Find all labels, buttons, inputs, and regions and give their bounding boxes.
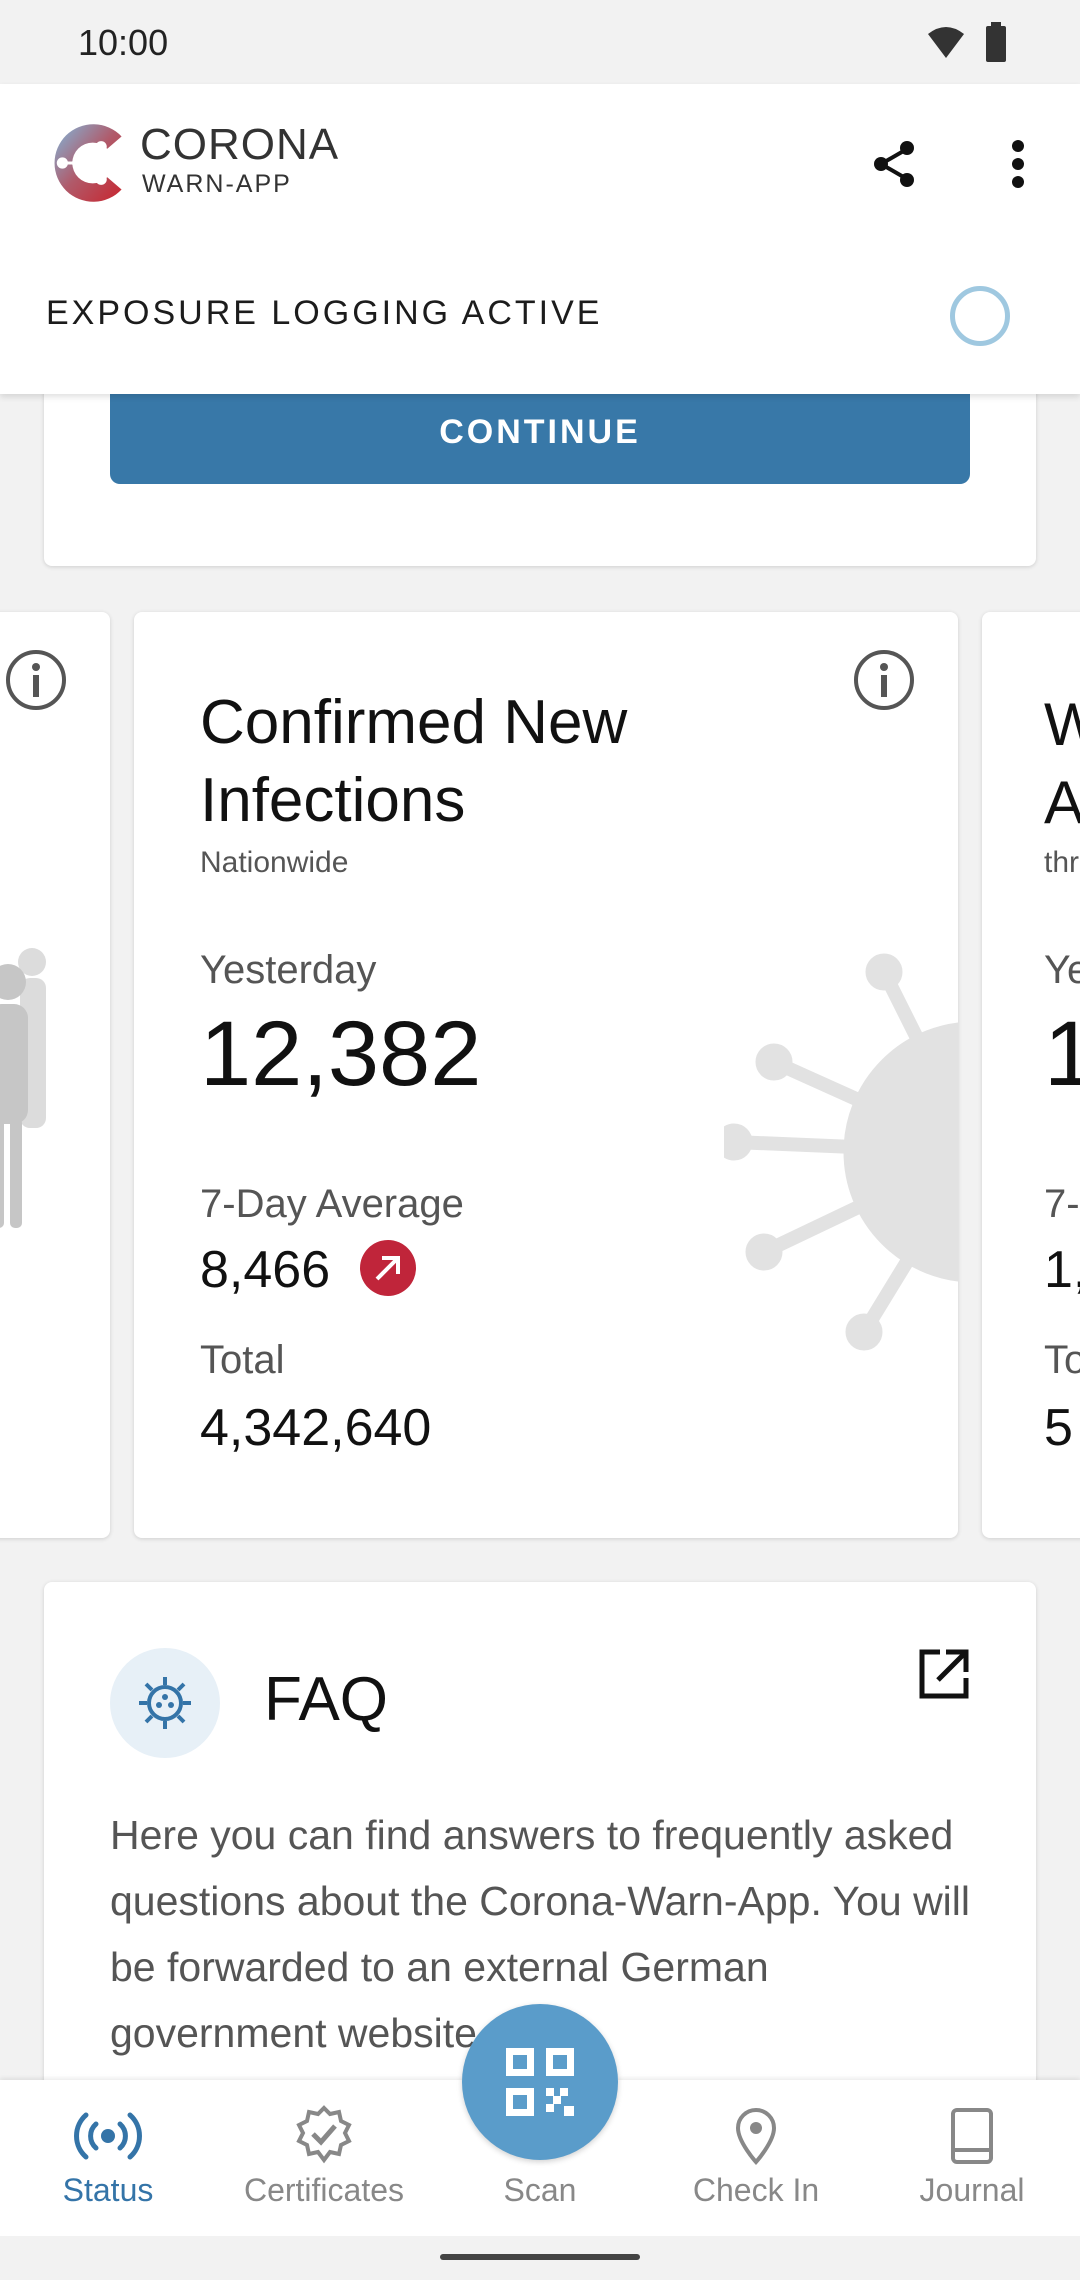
yesterday-label: Yesterday	[200, 948, 377, 992]
nav-item-check-in[interactable]: Check In	[648, 2080, 864, 2236]
yesterday-value: 12,382	[200, 1003, 482, 1105]
nav-item-certificates[interactable]: Certificates	[216, 2080, 432, 2236]
certificate-icon	[296, 2105, 352, 2164]
total-value: 4,342,640	[200, 1399, 432, 1457]
overflow-menu-button[interactable]	[986, 132, 1050, 196]
broadcast-icon	[74, 2112, 142, 2160]
info-icon[interactable]	[852, 648, 916, 712]
wifi-icon	[928, 27, 964, 58]
card-subtitle: Nationwide	[200, 846, 349, 879]
total-label: Total	[200, 1338, 285, 1382]
statistics-card-next[interactable]: W A thr Ye 1 7- 1, To 5	[982, 612, 1080, 1538]
nav-item-journal[interactable]: Journal	[864, 2080, 1080, 2236]
system-status-bar: 10:00	[0, 0, 1080, 84]
next-card-subtitle-fragment: thr	[1044, 846, 1080, 879]
virus-illustration-icon	[724, 953, 958, 1351]
app-name-title: CORONA	[140, 120, 340, 169]
location-pin-icon	[735, 2107, 777, 2165]
info-icon[interactable]	[4, 648, 68, 712]
battery-icon	[986, 22, 1006, 62]
card-title: Confirmed New Infections	[200, 688, 628, 835]
next-card-label-fragment: 7-	[1044, 1182, 1080, 1226]
next-card-title-fragment: W	[1044, 691, 1080, 758]
nav-label-scan: Scan	[503, 2172, 577, 2208]
next-card-value-fragment: 1,	[1044, 1241, 1080, 1299]
faq-title: FAQ	[264, 1665, 389, 1734]
more-vert-icon	[1012, 140, 1024, 188]
nav-label-journal: Journal	[919, 2172, 1025, 2208]
exposure-logging-status[interactable]: EXPOSURE LOGGING ACTIVE	[46, 294, 602, 333]
share-icon	[874, 141, 914, 187]
exposure-logging-indicator-icon	[950, 286, 1010, 346]
app-name-subtitle: WARN-APP	[142, 170, 292, 198]
next-card-title-fragment: A	[1044, 769, 1080, 836]
open-external-icon[interactable]	[914, 1644, 974, 1704]
statistics-card-infections[interactable]: Confirmed New Infections Nationwide Yest…	[134, 612, 958, 1538]
home-gesture-handle[interactable]	[440, 2254, 640, 2260]
continue-button[interactable]: CONTINUE	[110, 380, 970, 484]
share-button[interactable]	[862, 132, 926, 196]
next-card-label-fragment: Ye	[1044, 948, 1080, 992]
statistics-card-previous[interactable]	[0, 612, 110, 1538]
trend-up-icon	[360, 1240, 416, 1296]
app-header: CORONA WARN-APP EXPOSURE LOGGING ACTIVE	[0, 84, 1080, 394]
next-card-value-fragment: 5	[1044, 1399, 1073, 1457]
status-icons	[926, 22, 1008, 62]
next-card-label-fragment: To	[1044, 1338, 1080, 1382]
faq-virus-icon	[110, 1648, 220, 1758]
book-icon	[951, 2108, 993, 2164]
qr-code-icon	[506, 2048, 574, 2116]
scan-qr-button[interactable]	[462, 2004, 618, 2160]
next-card-value-fragment: 1	[1044, 1003, 1080, 1105]
nav-label-check-in: Check In	[692, 2172, 820, 2208]
seven-day-average-value: 8,466	[200, 1241, 331, 1299]
corona-warn-app-logo-icon	[54, 124, 122, 202]
status-time: 10:00	[78, 22, 169, 63]
system-gesture-area	[0, 2236, 1080, 2280]
nav-label-status: Status	[62, 2172, 154, 2208]
nav-item-status[interactable]: Status	[0, 2080, 216, 2236]
seven-day-average-label: 7-Day Average	[200, 1182, 464, 1226]
nav-label-certificates: Certificates	[243, 2172, 405, 2208]
people-illustration-icon	[0, 948, 46, 1228]
